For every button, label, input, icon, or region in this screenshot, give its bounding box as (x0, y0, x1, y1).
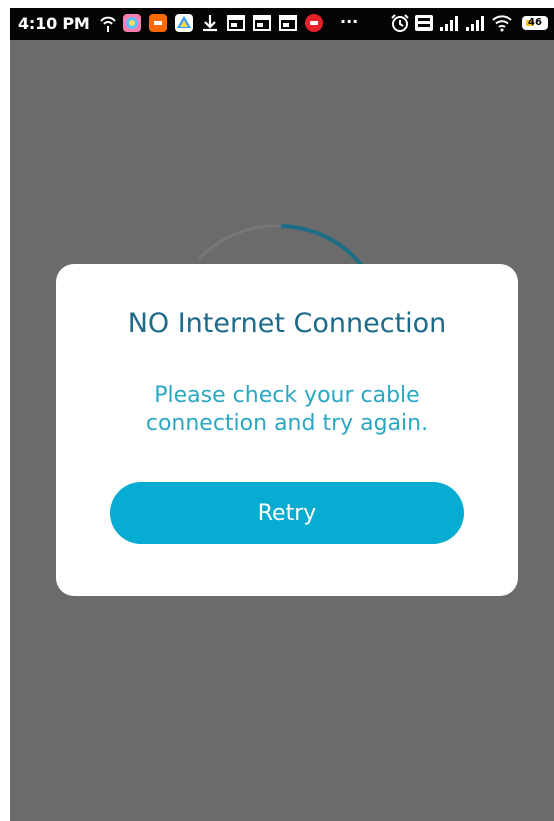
window-icon (253, 15, 271, 31)
volte-icon (415, 15, 433, 31)
retry-button[interactable]: Retry (110, 482, 464, 544)
signal-icon (440, 16, 458, 31)
alarm-icon (391, 14, 409, 32)
battery-icon: 46 (522, 16, 548, 30)
dialog-message: Please check your cable connection and t… (145, 383, 429, 436)
drive-app-icon (175, 14, 193, 32)
no-connection-dialog: NO Internet Connection Please check your… (56, 264, 518, 596)
window-icon (227, 15, 245, 31)
dialog-title: NO Internet Connection (127, 308, 447, 339)
overflow-dots: ··· (340, 12, 359, 31)
gallery-app-icon (123, 14, 141, 32)
download-icon (203, 15, 217, 32)
mi-app-icon (149, 14, 167, 32)
jio-app-icon (305, 14, 323, 32)
window-icon (279, 15, 297, 31)
app-screen: 4:10 PM ··· 46 NO Internet Connection Pl… (10, 8, 554, 821)
status-time: 4:10 PM (18, 14, 90, 33)
hotspot-icon (100, 16, 116, 32)
status-bar: 4:10 PM ··· 46 (10, 8, 554, 40)
wifi-icon (492, 15, 512, 32)
battery-level: 46 (528, 17, 542, 28)
signal-icon (466, 16, 484, 31)
